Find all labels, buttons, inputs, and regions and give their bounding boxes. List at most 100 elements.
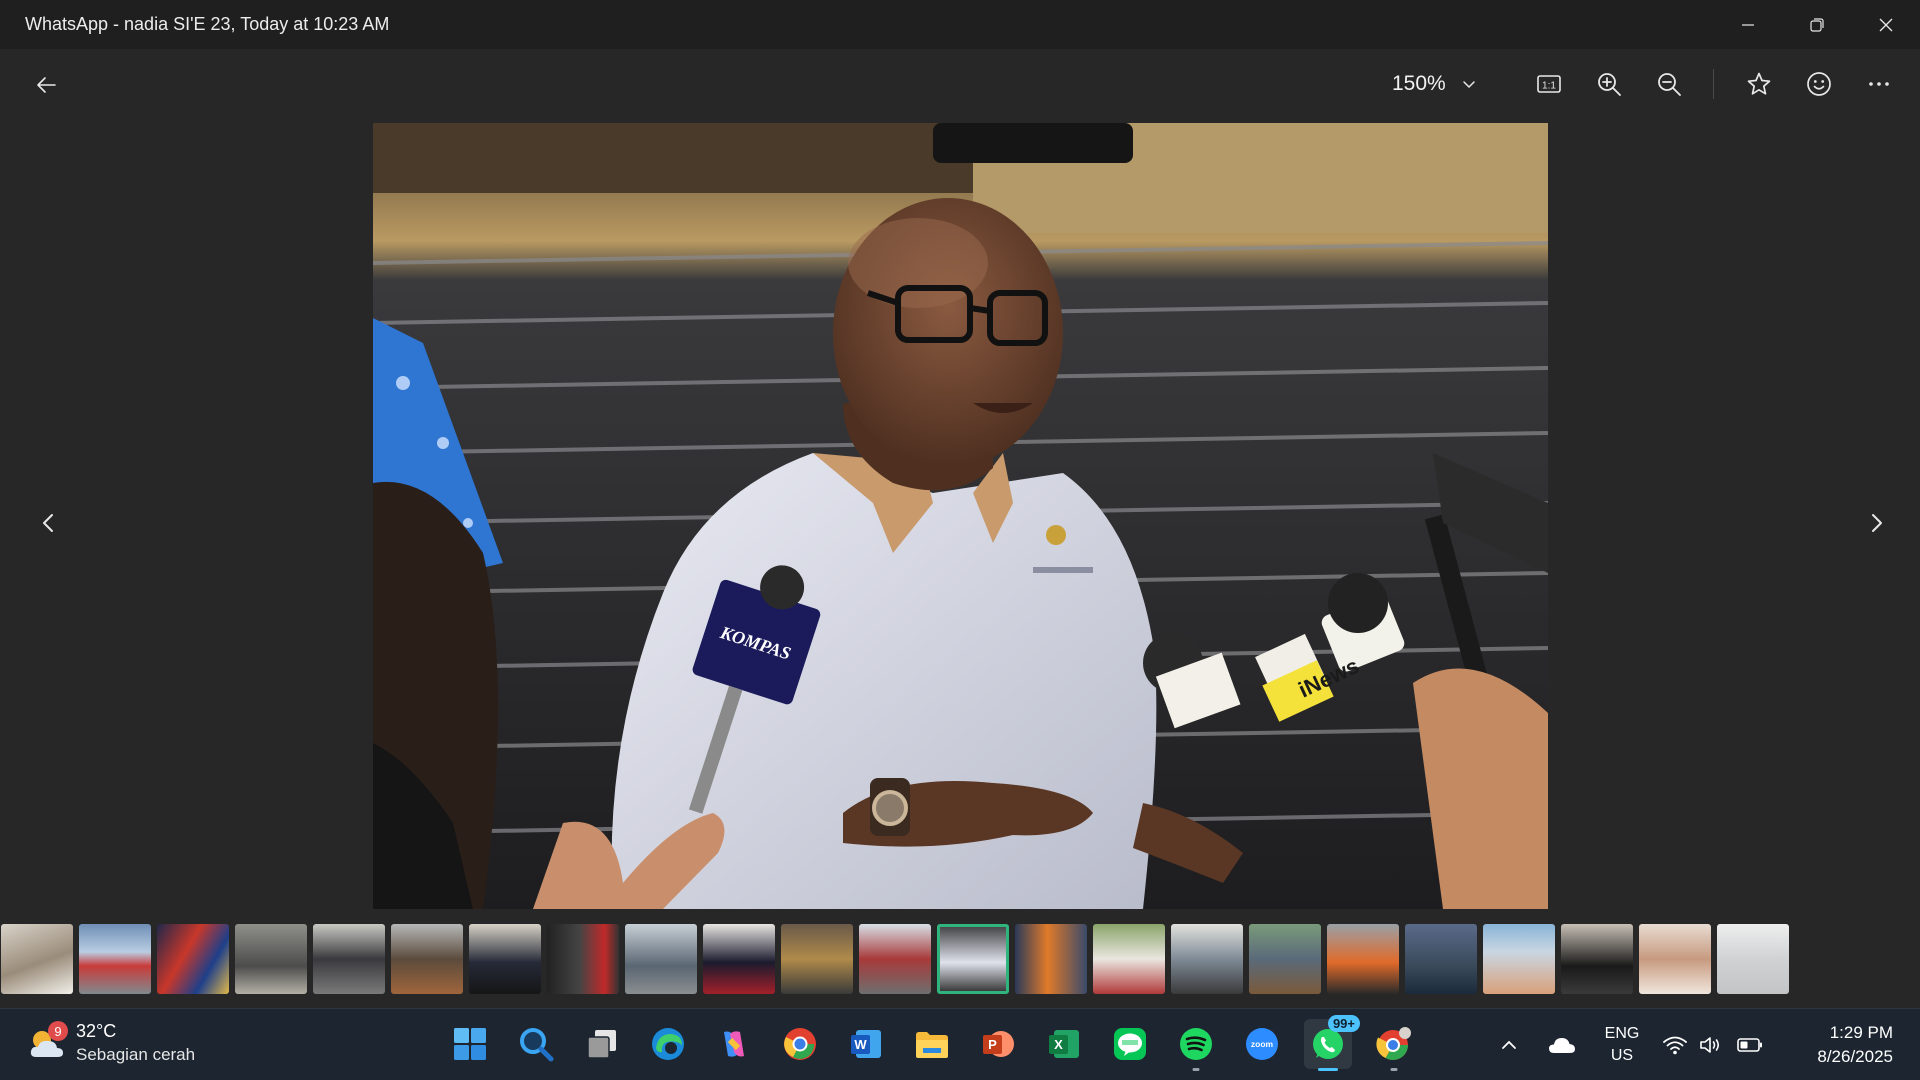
chevron-down-icon <box>1462 81 1475 89</box>
running-indicator-active <box>1318 1068 1338 1071</box>
thumbnail[interactable] <box>313 924 385 994</box>
start-button[interactable] <box>446 1019 494 1069</box>
thumbnail[interactable] <box>1639 924 1711 994</box>
favorite-button[interactable] <box>1741 66 1777 102</box>
zoom-out-icon <box>1658 73 1681 96</box>
more-options-button[interactable] <box>1861 66 1897 102</box>
minimize-button[interactable] <box>1713 0 1782 49</box>
weather-temperature: 32°C <box>76 1021 117 1041</box>
clock-button[interactable]: 1:29 PM 8/26/2025 <box>1781 1017 1893 1073</box>
taskbar: 9 32°C Sebagian cerah W P X zoom 99+ ENG… <box>0 1008 1920 1080</box>
powerpoint-app[interactable]: P <box>974 1019 1022 1069</box>
weather-condition: Sebagian cerah <box>76 1045 196 1064</box>
edge-app[interactable] <box>644 1019 692 1069</box>
svg-text:W: W <box>854 1037 867 1052</box>
chrome-app[interactable] <box>776 1019 824 1069</box>
thumbnail[interactable] <box>625 924 697 994</box>
actual-size-button[interactable]: 1:1 <box>1531 66 1567 102</box>
line-icon <box>1114 1028 1146 1060</box>
actual-size-label: 1:1 <box>1542 81 1556 92</box>
previous-image-button[interactable] <box>31 505 67 541</box>
volume-status[interactable] <box>1693 1020 1729 1070</box>
restore-button[interactable] <box>1782 0 1851 49</box>
task-view-button[interactable] <box>578 1019 626 1069</box>
back-button[interactable] <box>30 69 62 101</box>
next-image-button[interactable] <box>1858 505 1894 541</box>
line-app[interactable] <box>1106 1019 1154 1069</box>
copilot-app[interactable] <box>710 1019 758 1069</box>
weather-widget[interactable]: 9 32°C Sebagian cerah <box>28 1021 195 1065</box>
window-title: WhatsApp - nadia SI'E 23, Today at 10:23… <box>25 14 390 34</box>
thumbnail[interactable] <box>1171 924 1243 994</box>
react-button[interactable] <box>1801 66 1837 102</box>
speaker-icon <box>1700 1037 1720 1053</box>
chevron-up-icon <box>1502 1040 1516 1049</box>
copilot-icon <box>724 1031 744 1057</box>
taskbar-apps: W P X zoom 99+ <box>446 1015 1418 1071</box>
thumbnail[interactable] <box>1 924 73 994</box>
thumbnail[interactable] <box>1483 924 1555 994</box>
spotify-app[interactable] <box>1172 1019 1220 1071</box>
thumbnail[interactable] <box>703 924 775 994</box>
clock-time: 1:29 PM <box>1829 1023 1893 1042</box>
zoom-in-button[interactable] <box>1591 66 1627 102</box>
show-hidden-icons-button[interactable] <box>1481 1020 1537 1070</box>
more-icon <box>1869 82 1889 86</box>
thumbnail[interactable] <box>781 924 853 994</box>
partly-sunny-icon: 9 <box>28 1021 68 1063</box>
wifi-status[interactable] <box>1657 1020 1693 1070</box>
thumbnail[interactable] <box>157 924 229 994</box>
svg-text:X: X <box>1054 1037 1063 1052</box>
thumbnail[interactable] <box>391 924 463 994</box>
thumbnail[interactable] <box>469 924 541 994</box>
zoom-app-label: zoom <box>1251 1039 1274 1049</box>
press-conference-photo: KOMPAS iNews <box>373 123 1548 909</box>
windows-logo-icon <box>454 1028 486 1060</box>
thumbnail[interactable] <box>235 924 307 994</box>
zoom-out-button[interactable] <box>1651 66 1687 102</box>
thumbnail[interactable] <box>859 924 931 994</box>
word-app[interactable]: W <box>842 1019 890 1069</box>
thumbnail[interactable] <box>1405 924 1477 994</box>
onedrive-button[interactable] <box>1537 1020 1587 1070</box>
battery-icon <box>1737 1038 1762 1052</box>
thumbnail[interactable] <box>547 924 619 994</box>
actual-size-icon: 1:1 <box>1537 75 1561 93</box>
thumbnail[interactable] <box>1093 924 1165 994</box>
battery-status[interactable] <box>1729 1020 1771 1070</box>
chrome-icon <box>784 1028 816 1060</box>
weather-text: 32°C Sebagian cerah <box>76 1021 195 1065</box>
title-bar: WhatsApp - nadia SI'E 23, Today at 10:23… <box>0 0 1920 49</box>
viewer-toolbar: 150% 1:1 <box>0 49 1920 119</box>
thumbnail[interactable] <box>79 924 151 994</box>
minimize-icon <box>1741 23 1754 26</box>
system-tray: ENG US 1:29 PM 8/26/2025 <box>1481 1009 1920 1080</box>
thumbnail[interactable] <box>1249 924 1321 994</box>
folder-icon <box>916 1032 948 1058</box>
close-button[interactable] <box>1851 0 1920 49</box>
whatsapp-app[interactable]: 99+ <box>1304 1015 1360 1071</box>
back-arrow-icon <box>37 77 56 93</box>
zoom-app[interactable]: zoom <box>1238 1019 1286 1069</box>
wifi-icon <box>1663 1036 1687 1055</box>
running-indicator <box>1192 1068 1200 1071</box>
zoom-level-value: 150% <box>1392 72 1446 95</box>
file-explorer-app[interactable] <box>908 1019 956 1069</box>
thumbnail[interactable] <box>1717 924 1789 994</box>
thumbnail[interactable] <box>1327 924 1399 994</box>
thumbnail-active[interactable] <box>937 924 1009 994</box>
smiley-icon <box>1807 72 1831 96</box>
zoom-level-dropdown[interactable]: 150% <box>1392 65 1476 103</box>
photo-viewer-image[interactable]: KOMPAS iNews <box>373 123 1548 909</box>
excel-app[interactable]: X <box>1040 1019 1088 1069</box>
search-icon <box>520 1028 554 1062</box>
chrome-icon <box>1376 1027 1411 1061</box>
search-button[interactable] <box>512 1019 560 1069</box>
zoom-in-icon <box>1598 73 1621 96</box>
thumbnail[interactable] <box>1561 924 1633 994</box>
weather-badge: 9 <box>48 1021 68 1041</box>
thumbnail[interactable] <box>1015 924 1087 994</box>
input-language-button[interactable]: ENG US <box>1587 1020 1657 1070</box>
chrome-profile-app[interactable] <box>1370 1019 1418 1071</box>
window-controls <box>1713 0 1920 49</box>
